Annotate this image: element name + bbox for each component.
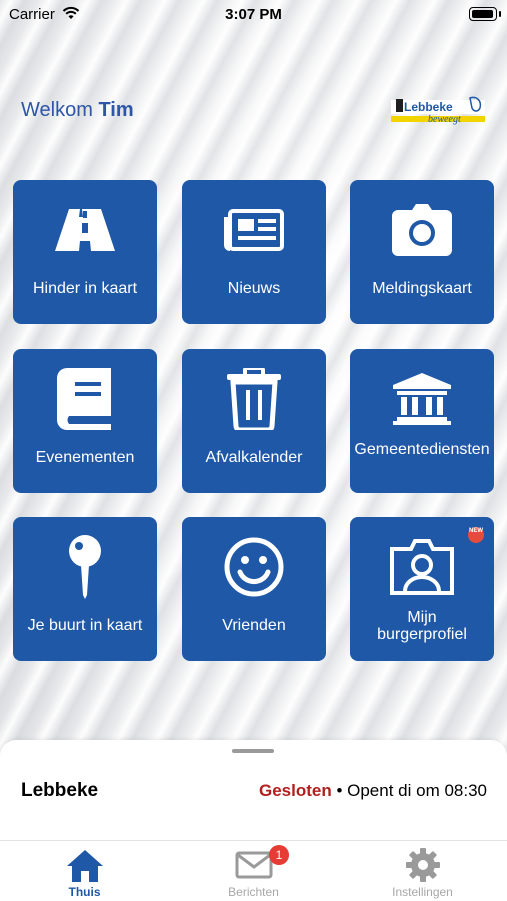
- welcome-greeting: Welkom Tim: [21, 99, 134, 122]
- logo-text: Lebbeke: [404, 100, 453, 114]
- tile-label: Meldingskaart: [372, 280, 472, 297]
- tile-label: Vrienden: [222, 617, 286, 634]
- book-icon: [13, 368, 157, 430]
- logo-subtext: beweegt: [428, 114, 461, 125]
- tile-meldingskaart[interactable]: Meldingskaart: [350, 180, 494, 324]
- tab-label: Berichten: [228, 885, 279, 899]
- sheet-drag-handle[interactable]: [232, 749, 274, 753]
- opens-at: Opent di om 08:30: [347, 781, 487, 800]
- tile-label: Je buurt in kaart: [27, 617, 143, 634]
- tab-label: Instellingen: [392, 885, 453, 899]
- location-name: Lebbeke: [21, 780, 99, 801]
- tile-gemeentediensten[interactable]: Gemeentediensten: [350, 349, 494, 493]
- battery-icon: [469, 7, 501, 21]
- status-closed: Gesloten: [258, 781, 332, 800]
- camera-icon: [350, 200, 494, 260]
- welcome-prefix: Welkom: [21, 99, 93, 121]
- institution-icon: [350, 369, 494, 429]
- newspaper-icon: [182, 200, 326, 260]
- tab-instellingen[interactable]: Instellingen: [338, 841, 507, 901]
- tile-label: Afvalkalender: [205, 449, 303, 466]
- mail-icon: [169, 846, 338, 884]
- tab-thuis[interactable]: Thuis: [0, 841, 169, 901]
- tile-hinder-in-kaart[interactable]: Hinder in kaart: [13, 180, 157, 324]
- tile-label: Hinder in kaart: [32, 280, 138, 297]
- status-separator: •: [331, 781, 348, 800]
- tile-label: Mijn burgerprofiel: [377, 609, 467, 643]
- tile-nieuws[interactable]: Nieuws: [182, 180, 326, 324]
- tab-berichten[interactable]: 1 Berichten: [169, 841, 338, 901]
- new-badge: NEW: [468, 527, 484, 543]
- profile-card-icon: [350, 537, 494, 597]
- user-name: Tim: [98, 99, 134, 121]
- clock: 3:07 PM: [225, 6, 282, 23]
- tile-label: Evenementen: [35, 449, 135, 466]
- tab-bar: Thuis 1 Berichten Instellingen: [0, 840, 507, 901]
- opening-hours: Gesloten • Opent di om 08:30: [259, 781, 487, 801]
- road-icon: [13, 200, 157, 260]
- map-pin-icon: [13, 535, 157, 599]
- tile-mijn-burgerprofiel[interactable]: NEW Mijn burgerprofiel: [350, 517, 494, 661]
- feature-grid: Hinder in kaart Nieuws Meldingskaart Eve…: [13, 180, 495, 662]
- smiley-icon: [182, 537, 326, 597]
- tile-evenementen[interactable]: Evenementen: [13, 349, 157, 493]
- status-bar: Carrier 3:07 PM: [0, 0, 507, 30]
- trash-icon: [182, 368, 326, 430]
- tile-je-buurt-in-kaart[interactable]: Je buurt in kaart: [13, 517, 157, 661]
- location-sheet[interactable]: Lebbeke Gesloten • Opent di om 08:30: [0, 740, 507, 850]
- unread-badge: 1: [269, 845, 289, 865]
- tile-afvalkalender[interactable]: Afvalkalender: [182, 349, 326, 493]
- gear-icon: [338, 846, 507, 884]
- tile-label: Nieuws: [227, 280, 281, 297]
- lebbeke-logo: Lebbeke beweegt: [388, 94, 488, 128]
- home-icon: [0, 846, 169, 884]
- tile-vrienden[interactable]: Vrienden: [182, 517, 326, 661]
- tab-label: Thuis: [68, 885, 101, 899]
- tile-label: Gemeentediensten: [354, 441, 490, 458]
